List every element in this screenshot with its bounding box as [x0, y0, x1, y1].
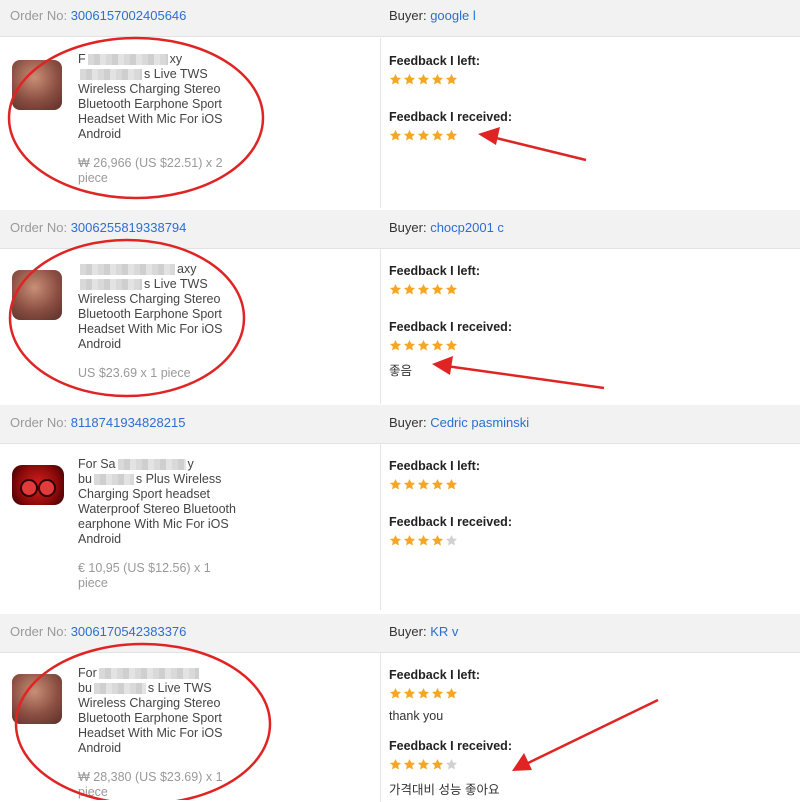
- feedback-left-label: Feedback I left:: [389, 459, 480, 473]
- divider: [380, 38, 381, 208]
- buyer: Buyer: Cedric pasminski: [389, 415, 530, 430]
- order-card: Order No: 3006157002405646 Buyer: google…: [0, 0, 800, 210]
- feedback-received-text: 좋음: [389, 364, 413, 378]
- star-filled-icon: [389, 687, 402, 699]
- order-card: Order No: 3006170542383376 Buyer: KR v F…: [0, 614, 800, 802]
- star-filled-icon: [431, 534, 444, 546]
- order-number: Order No: 3006157002405646: [10, 8, 187, 23]
- order-number-link[interactable]: 3006157002405646: [71, 8, 187, 23]
- star-filled-icon: [389, 283, 402, 295]
- feedback-left-stars: [389, 478, 458, 491]
- feedback-received-label: Feedback I received:: [389, 515, 512, 529]
- star-filled-icon: [403, 534, 416, 546]
- star-empty-icon: [445, 534, 458, 546]
- buyer: Buyer: chocp2001 c: [389, 220, 504, 235]
- divider: [380, 652, 381, 802]
- order-card: Order No: 8118741934828215 Buyer: Cedric…: [0, 405, 800, 610]
- order-number-link[interactable]: 3006255819338794: [71, 220, 187, 235]
- order-number: Order No: 8118741934828215: [10, 415, 186, 430]
- buyer: Buyer: KR v: [389, 624, 459, 639]
- star-filled-icon: [417, 758, 430, 770]
- star-filled-icon: [431, 339, 444, 351]
- star-filled-icon: [403, 478, 416, 490]
- star-filled-icon: [445, 73, 458, 85]
- order-card: Order No: 3006255819338794 Buyer: chocp2…: [0, 210, 800, 405]
- star-filled-icon: [389, 129, 402, 141]
- buyer-name-link[interactable]: Cedric pasminski: [430, 415, 529, 430]
- product-title[interactable]: axy s Live TWS Wireless Charging Stereo …: [78, 262, 238, 352]
- product-image[interactable]: [12, 270, 62, 320]
- product-price: € 10,95 (US $12.56) x 1 piece: [78, 561, 211, 590]
- star-filled-icon: [389, 478, 402, 490]
- product-image[interactable]: [12, 465, 64, 505]
- feedback-left-label: Feedback I left:: [389, 668, 480, 682]
- star-filled-icon: [445, 687, 458, 699]
- star-filled-icon: [431, 758, 444, 770]
- divider: [380, 248, 381, 404]
- order-header: Order No: 8118741934828215 Buyer: Cedric…: [0, 405, 800, 444]
- product-image[interactable]: [12, 60, 62, 110]
- star-filled-icon: [417, 283, 430, 295]
- feedback-left-label: Feedback I left:: [389, 264, 480, 278]
- product-price: US $23.69 x 1 piece: [78, 366, 191, 380]
- star-filled-icon: [403, 129, 416, 141]
- feedback-received-stars: [389, 758, 458, 771]
- product-title[interactable]: For bu s Live TWS Wireless Charging Stere…: [78, 666, 238, 756]
- star-filled-icon: [403, 758, 416, 770]
- feedback-left-stars: [389, 687, 458, 700]
- buyer-name-link[interactable]: chocp2001 c: [430, 220, 504, 235]
- feedback-left-label: Feedback I left:: [389, 54, 480, 68]
- order-number: Order No: 3006255819338794: [10, 220, 187, 235]
- star-filled-icon: [403, 283, 416, 295]
- star-filled-icon: [403, 339, 416, 351]
- star-filled-icon: [431, 478, 444, 490]
- star-filled-icon: [389, 758, 402, 770]
- star-filled-icon: [389, 73, 402, 85]
- star-filled-icon: [445, 129, 458, 141]
- star-filled-icon: [431, 283, 444, 295]
- star-filled-icon: [445, 283, 458, 295]
- buyer: Buyer: google l: [389, 8, 476, 23]
- star-filled-icon: [389, 534, 402, 546]
- feedback-received-stars: [389, 339, 458, 352]
- product-price: ₩ 28,380 (US $23.69) x 1 piece: [78, 770, 223, 799]
- star-filled-icon: [431, 687, 444, 699]
- star-filled-icon: [431, 129, 444, 141]
- star-filled-icon: [445, 478, 458, 490]
- feedback-received-label: Feedback I received:: [389, 110, 512, 124]
- product-title[interactable]: For Sa y bu s Plus Wireless Charging Sport…: [78, 457, 238, 547]
- feedback-left-text: thank you: [389, 709, 444, 723]
- feedback-left-stars: [389, 73, 458, 86]
- star-filled-icon: [389, 339, 402, 351]
- feedback-received-stars: [389, 129, 458, 142]
- star-filled-icon: [417, 339, 430, 351]
- product-price: ₩ 26,966 (US $22.51) x 2 piece: [78, 156, 223, 185]
- star-filled-icon: [417, 534, 430, 546]
- buyer-name-link[interactable]: KR v: [430, 624, 458, 639]
- star-filled-icon: [417, 478, 430, 490]
- feedback-received-stars: [389, 534, 458, 547]
- star-filled-icon: [417, 687, 430, 699]
- star-filled-icon: [403, 73, 416, 85]
- star-filled-icon: [417, 129, 430, 141]
- feedback-received-label: Feedback I received:: [389, 739, 512, 753]
- product-image[interactable]: [12, 674, 62, 724]
- star-filled-icon: [403, 687, 416, 699]
- star-filled-icon: [445, 339, 458, 351]
- feedback-received-text: 가격대비 성능 좋아요: [389, 783, 500, 797]
- star-empty-icon: [445, 758, 458, 770]
- star-filled-icon: [417, 73, 430, 85]
- order-number-link[interactable]: 8118741934828215: [71, 415, 186, 430]
- star-filled-icon: [431, 73, 444, 85]
- feedback-received-label: Feedback I received:: [389, 320, 512, 334]
- order-header: Order No: 3006170542383376 Buyer: KR v: [0, 614, 800, 653]
- divider: [380, 443, 381, 610]
- feedback-left-stars: [389, 283, 458, 296]
- order-header: Order No: 3006255819338794 Buyer: chocp2…: [0, 210, 800, 249]
- order-header: Order No: 3006157002405646 Buyer: google…: [0, 0, 800, 37]
- order-number: Order No: 3006170542383376: [10, 624, 187, 639]
- product-title[interactable]: Fxy s Live TWS Wireless Charging Stereo …: [78, 52, 238, 142]
- order-number-link[interactable]: 3006170542383376: [71, 624, 187, 639]
- buyer-name-link[interactable]: google l: [430, 8, 476, 23]
